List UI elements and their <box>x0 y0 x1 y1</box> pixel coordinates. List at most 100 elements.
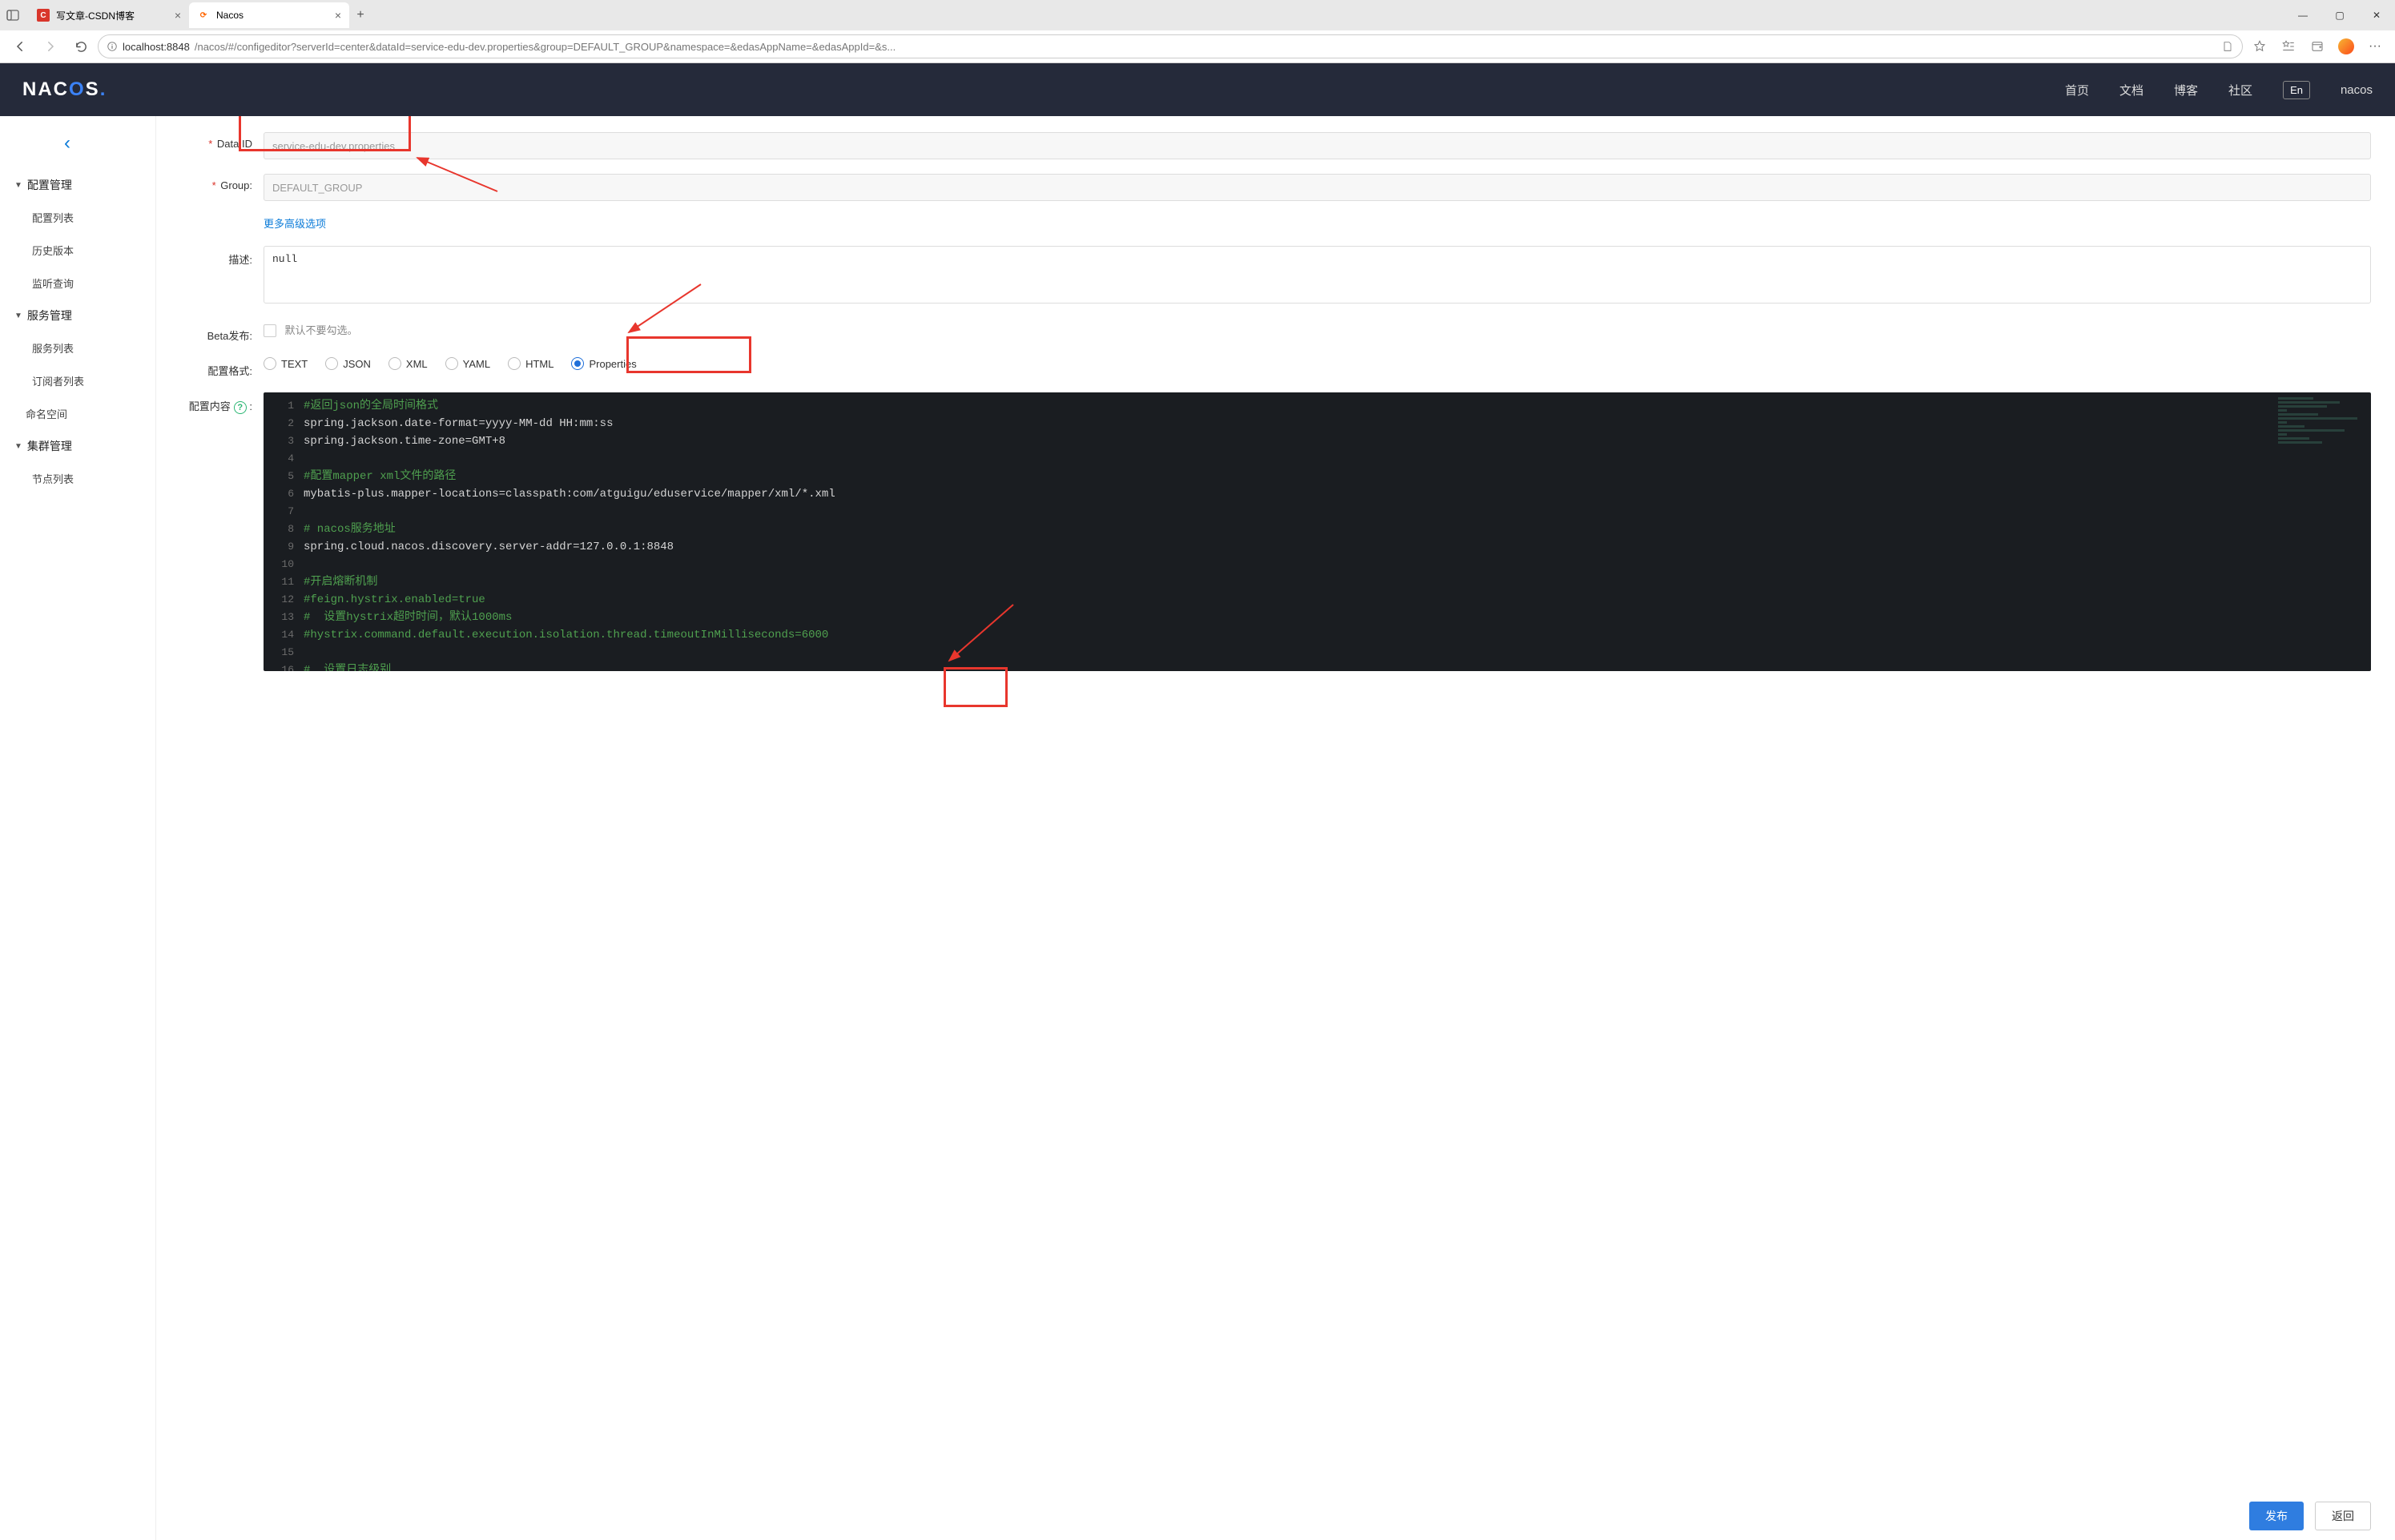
editor-line: 1#返回json的全局时间格式 <box>264 397 2371 415</box>
browser-chrome: C写文章-CSDN博客×⟳Nacos× + ― ▢ ✕ localhost:88… <box>0 0 2395 63</box>
input-description[interactable]: null <box>264 246 2371 304</box>
input-data-id[interactable] <box>264 132 2371 159</box>
lang-switch[interactable]: En <box>2283 81 2310 99</box>
checkbox-beta[interactable] <box>264 324 276 337</box>
editor-line: 7 <box>264 503 2371 521</box>
label-beta: Beta发布: <box>180 322 252 343</box>
sidebar-item-0-0[interactable]: 配置列表 <box>0 201 155 234</box>
sidebar-item-0-2[interactable]: 监听查询 <box>0 267 155 300</box>
editor-line: 12#feign.hystrix.enabled=true <box>264 591 2371 609</box>
radio-dot <box>571 357 584 370</box>
header-nav: 首页 文档 博客 社区 En nacos <box>2065 81 2373 99</box>
editor-line: 14#hystrix.command.default.execution.iso… <box>264 626 2371 644</box>
radio-dot <box>508 357 521 370</box>
editor-line: 10 <box>264 556 2371 573</box>
close-button[interactable]: ✕ <box>2358 0 2395 30</box>
editor-line: 8# nacos服务地址 <box>264 521 2371 538</box>
label-description: 描述: <box>180 246 252 267</box>
titlebar: C写文章-CSDN博客×⟳Nacos× + ― ▢ ✕ <box>0 0 2395 30</box>
refresh-button[interactable] <box>67 33 95 60</box>
sidebar-group-3[interactable]: ▼集群管理 <box>0 430 155 462</box>
radio-xml[interactable]: XML <box>388 357 428 370</box>
nav-community[interactable]: 社区 <box>2228 82 2252 99</box>
radio-dot <box>325 357 338 370</box>
sidebar-item-1-1[interactable]: 订阅者列表 <box>0 364 155 397</box>
back-button[interactable]: 返回 <box>2315 1502 2371 1530</box>
sidebar-item-0-1[interactable]: 历史版本 <box>0 234 155 267</box>
tab-overview-icon[interactable] <box>0 2 26 28</box>
panel-icon <box>6 9 19 22</box>
radio-html[interactable]: HTML <box>508 357 553 370</box>
radio-yaml[interactable]: YAML <box>445 357 490 370</box>
sidebar-group-0[interactable]: ▼配置管理 <box>0 169 155 201</box>
highlight-publish <box>944 667 1008 707</box>
url-path: /nacos/#/configeditor?serverId=center&da… <box>195 41 2216 53</box>
nacos-logo: NACOS. <box>22 78 107 101</box>
back-button[interactable] <box>6 33 34 60</box>
help-icon[interactable]: ? <box>234 401 247 414</box>
radio-dot <box>445 357 458 370</box>
favorite-icon[interactable] <box>2246 33 2273 60</box>
browser-tabs: C写文章-CSDN博客×⟳Nacos× <box>26 0 349 30</box>
input-group[interactable] <box>264 174 2371 201</box>
sidebar-group-1[interactable]: ▼服务管理 <box>0 300 155 332</box>
info-icon <box>107 41 118 52</box>
address-bar: localhost:8848 /nacos/#/configeditor?ser… <box>0 30 2395 62</box>
format-radio-group: TEXT JSON XML YAML HTML Properties <box>264 357 2371 370</box>
minimize-button[interactable]: ― <box>2284 0 2321 30</box>
nav-home[interactable]: 首页 <box>2065 82 2089 99</box>
reader-icon[interactable] <box>2221 40 2234 53</box>
sidebar: ‹ ▼配置管理配置列表历史版本监听查询▼服务管理服务列表订阅者列表命名空间▼集群… <box>0 116 156 1540</box>
collections-icon[interactable] <box>2304 33 2331 60</box>
editor-line: 13# 设置hystrix超时时间，默认1000ms <box>264 609 2371 626</box>
sidebar-item-3-0[interactable]: 节点列表 <box>0 462 155 495</box>
caret-down-icon: ▼ <box>14 442 22 451</box>
back-caret-icon[interactable]: ‹ <box>0 126 155 169</box>
radio-properties[interactable]: Properties <box>571 357 636 370</box>
caret-down-icon: ▼ <box>14 312 22 320</box>
forward-button[interactable] <box>37 33 64 60</box>
caret-down-icon: ▼ <box>14 181 22 190</box>
nav-blog[interactable]: 博客 <box>2174 82 2198 99</box>
sidebar-item-1-0[interactable]: 服务列表 <box>0 332 155 364</box>
main-content: * Data ID * Group: 更多高级选项 描述: null Beta发… <box>156 116 2395 1540</box>
url-host: localhost:8848 <box>123 41 190 53</box>
radio-dot <box>264 357 276 370</box>
app-header: NACOS. 首页 文档 博客 社区 En nacos <box>0 63 2395 116</box>
window-controls: ― ▢ ✕ <box>2284 0 2395 30</box>
editor-line: 11#开启熔断机制 <box>264 573 2371 591</box>
user-menu[interactable]: nacos <box>2341 83 2373 97</box>
radio-dot <box>388 357 401 370</box>
footer-buttons: 发布 返回 <box>2249 1502 2371 1530</box>
editor-line: 9spring.cloud.nacos.discovery.server-add… <box>264 538 2371 556</box>
label-format: 配置格式: <box>180 357 252 378</box>
browser-tab-0[interactable]: C写文章-CSDN博客× <box>29 2 189 28</box>
favorites-bar-icon[interactable] <box>2275 33 2302 60</box>
new-tab-button[interactable]: + <box>349 8 372 22</box>
radio-json[interactable]: JSON <box>325 357 371 370</box>
editor-line: 15 <box>264 644 2371 661</box>
label-data-id: * Data ID <box>180 132 252 150</box>
editor-minimap[interactable] <box>2278 397 2366 461</box>
nav-docs[interactable]: 文档 <box>2119 82 2143 99</box>
sidebar-item-namespace[interactable]: 命名空间 <box>0 397 155 430</box>
editor-line: 4 <box>264 450 2371 468</box>
radio-text[interactable]: TEXT <box>264 357 308 370</box>
code-editor[interactable]: 1#返回json的全局时间格式2spring.jackson.date-form… <box>264 392 2371 671</box>
browser-tab-1[interactable]: ⟳Nacos× <box>189 2 349 28</box>
advanced-options-link[interactable]: 更多高级选项 <box>264 218 326 230</box>
editor-line: 16# 设置日志级别 <box>264 661 2371 671</box>
editor-line: 2spring.jackson.date-format=yyyy-MM-dd H… <box>264 415 2371 432</box>
url-input[interactable]: localhost:8848 /nacos/#/configeditor?ser… <box>98 34 2243 58</box>
tab-close-icon[interactable]: × <box>335 9 341 22</box>
menu-icon[interactable]: ··· <box>2361 33 2389 60</box>
editor-line: 5#配置mapper xml文件的路径 <box>264 468 2371 485</box>
extension-badge[interactable] <box>2333 33 2360 60</box>
publish-button[interactable]: 发布 <box>2249 1502 2304 1530</box>
label-content: 配置内容? : <box>180 392 252 414</box>
beta-hint-text: 默认不要勾选。 <box>284 324 357 336</box>
label-group: * Group: <box>180 174 252 191</box>
maximize-button[interactable]: ▢ <box>2321 0 2358 30</box>
editor-line: 6mybatis-plus.mapper-locations=classpath… <box>264 485 2371 503</box>
tab-close-icon[interactable]: × <box>175 9 181 22</box>
